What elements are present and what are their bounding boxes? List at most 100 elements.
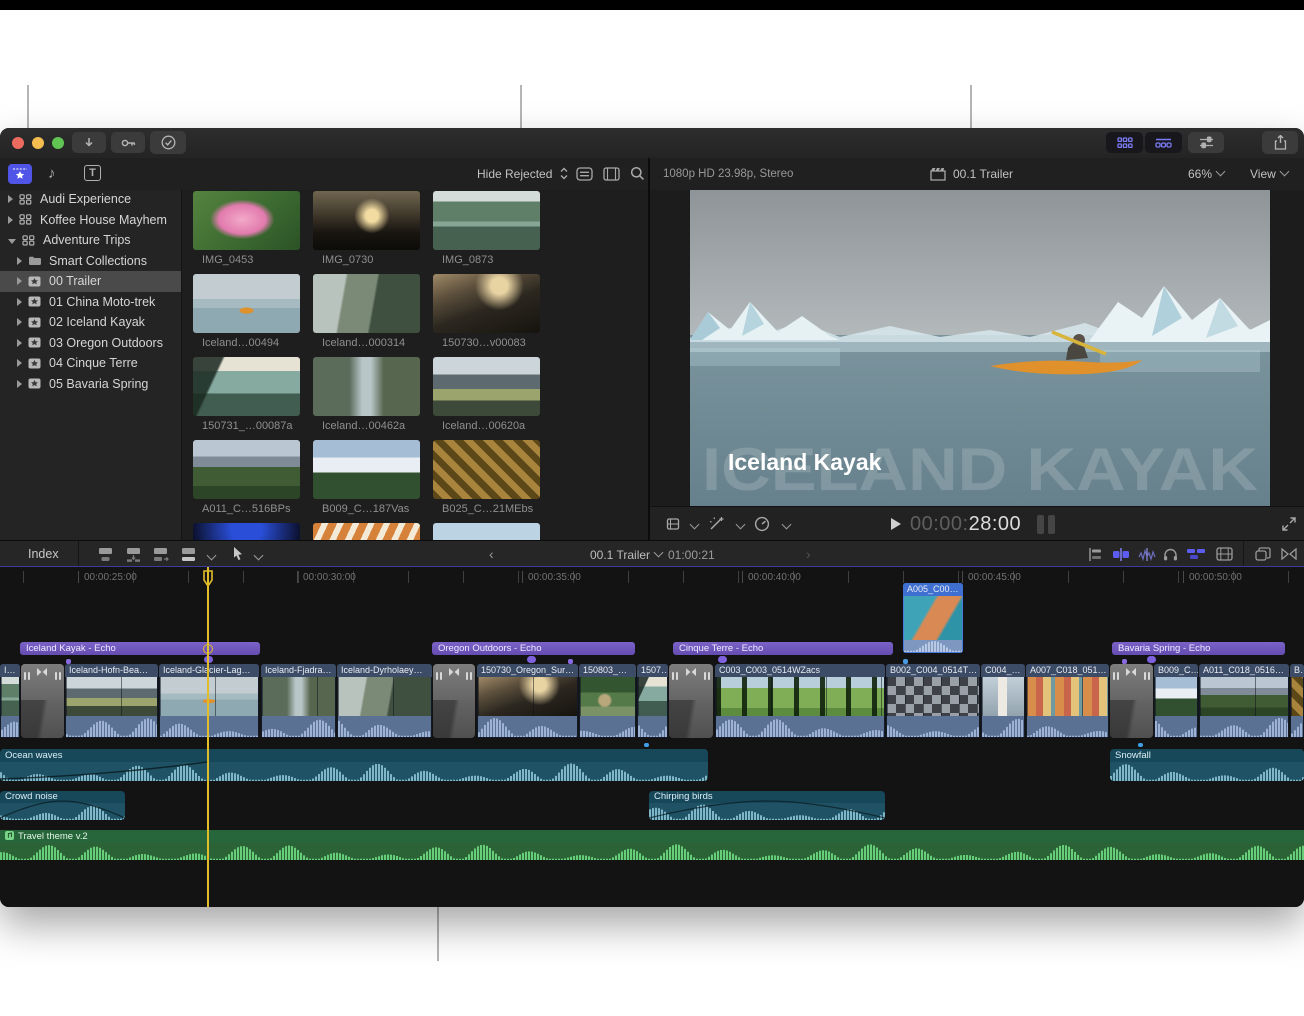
cross-dissolve-transition[interactable] — [669, 664, 713, 738]
timeline-clip[interactable]: I… — [0, 664, 20, 738]
audio-meter-left[interactable] — [1037, 515, 1044, 534]
viewer-timecode[interactable]: 00:00:28:00 — [910, 513, 1021, 536]
snapping-icon[interactable] — [1186, 548, 1206, 560]
show-browser-button[interactable] — [1106, 132, 1143, 153]
timeline-project-menu[interactable]: 00.1 Trailer — [590, 548, 662, 562]
sidebar-item-03-oregon-outdoors[interactable]: 03 Oregon Outdoors — [0, 333, 182, 354]
audio-clip[interactable]: Crowd noise — [0, 791, 125, 820]
disclosure-triangle-icon[interactable] — [17, 380, 22, 388]
music-clip[interactable]: Travel theme v.2 — [0, 830, 1304, 860]
timeline-clip[interactable]: A007_C018_051… — [1026, 664, 1109, 738]
headphones-icon[interactable] — [1163, 547, 1178, 561]
audio-skimming-icon[interactable] — [1112, 548, 1130, 561]
sidebar-item-adventure-trips[interactable]: Adventure Trips — [0, 230, 182, 251]
browser-clip-thumbnail[interactable] — [433, 274, 540, 333]
timeline-clip[interactable]: 150730_Oregon_Sur… — [477, 664, 578, 738]
keyword-editor-button[interactable] — [111, 132, 145, 153]
title-clip[interactable]: Bavaria Spring - Echo — [1112, 642, 1285, 655]
browser-clip-thumbnail[interactable] — [313, 357, 420, 416]
append-edit-icon[interactable] — [151, 547, 170, 562]
browser-clip-thumbnail[interactable] — [313, 523, 420, 540]
viewer-video-frame[interactable]: ICELAND KAYAK Iceland Kayak — [690, 190, 1270, 506]
playhead[interactable] — [207, 567, 209, 907]
fullscreen-icon[interactable] — [1282, 517, 1296, 531]
timeline-clip[interactable]: Iceland-Hofn-Bea… — [65, 664, 158, 738]
timeline-clip[interactable]: B002_C004_0514T… — [886, 664, 980, 738]
browser-clip-thumbnail[interactable] — [193, 523, 300, 540]
sidebar-item-audi-experience[interactable]: Audi Experience — [0, 190, 182, 210]
clip-appearance-icon[interactable] — [576, 167, 593, 181]
clip-appearance-icon[interactable] — [1216, 547, 1233, 561]
audio-clip[interactable]: Ocean waves — [0, 749, 708, 781]
trim-icon[interactable] — [1281, 548, 1297, 560]
solo-icon[interactable] — [1138, 548, 1156, 561]
disclosure-triangle-icon[interactable] — [8, 195, 13, 203]
chevron-down-icon[interactable] — [254, 551, 264, 561]
timeline-clip[interactable]: C003_C003_0514WZacs — [715, 664, 885, 738]
close-window-button[interactable] — [12, 137, 24, 149]
enhancements-wand-icon[interactable] — [708, 516, 725, 532]
disclosure-triangle-icon[interactable] — [8, 216, 13, 224]
timeline-clip[interactable]: Iceland-Fjadra… — [261, 664, 336, 738]
disclosure-triangle-icon[interactable] — [8, 239, 16, 244]
connected-clip[interactable]: A005_C00… — [903, 583, 963, 653]
browser-clip-thumbnail[interactable] — [193, 274, 300, 333]
previous-project-button[interactable]: ‹ — [489, 546, 494, 562]
minimize-window-button[interactable] — [32, 137, 44, 149]
show-inspector-button[interactable] — [1188, 132, 1224, 153]
audio-meter-right[interactable] — [1048, 515, 1055, 534]
share-button[interactable] — [1262, 131, 1298, 154]
browser-clip-thumbnail[interactable] — [313, 191, 420, 250]
browser-clip-thumbnail[interactable] — [433, 440, 540, 499]
disclosure-triangle-icon[interactable] — [17, 339, 22, 347]
play-button[interactable] — [890, 517, 902, 531]
chevron-down-icon[interactable] — [207, 551, 217, 561]
connect-edit-icon[interactable] — [96, 547, 115, 562]
cross-dissolve-transition[interactable] — [433, 664, 475, 738]
timeline-clip[interactable]: 1507… — [637, 664, 668, 738]
timeline-clip[interactable]: 150803_… — [579, 664, 636, 738]
cross-dissolve-transition[interactable] — [1110, 664, 1153, 738]
zoom-window-button[interactable] — [52, 137, 64, 149]
search-icon[interactable] — [630, 166, 645, 181]
sidebar-titles-icon[interactable]: T — [84, 165, 101, 181]
title-clip[interactable]: Oregon Outdoors - Echo — [432, 642, 635, 655]
viewer-view-menu[interactable]: View — [1250, 167, 1288, 181]
stepper-chevrons-icon[interactable] — [560, 166, 568, 181]
fade-curves[interactable] — [649, 791, 885, 820]
duplicate-icon[interactable] — [1255, 547, 1271, 561]
timeline-clip[interactable]: Iceland-Glacier-Lag… — [159, 664, 259, 738]
sidebar-item-smart-collections[interactable]: Smart Collections — [0, 251, 182, 272]
audio-clip[interactable]: Chirping birds — [649, 791, 885, 820]
timeline-clip[interactable]: C004_… — [981, 664, 1025, 738]
next-project-button[interactable]: › — [806, 546, 811, 562]
crop-tools-icon[interactable] — [666, 517, 682, 531]
browser-clip-thumbnail[interactable] — [433, 357, 540, 416]
title-clip[interactable]: Iceland Kayak - Echo — [20, 642, 260, 655]
playhead-handle-icon[interactable] — [202, 570, 214, 588]
sidebar-item-00-trailer[interactable]: 00 Trailer — [0, 271, 182, 292]
retime-icon[interactable] — [754, 516, 770, 532]
browser-clip-thumbnail[interactable] — [313, 274, 420, 333]
background-tasks-button[interactable] — [150, 131, 186, 154]
sidebar-clips-icon[interactable] — [8, 164, 32, 184]
audio-clip[interactable]: Snowfall — [1110, 749, 1304, 781]
insert-edit-icon[interactable] — [124, 547, 143, 562]
show-timeline-button[interactable] — [1145, 132, 1182, 153]
overwrite-edit-icon[interactable] — [179, 547, 198, 562]
fade-curves[interactable] — [0, 791, 125, 820]
sidebar-item-01-china-moto-trek[interactable]: 01 China Moto-trek — [0, 292, 182, 313]
browser-clip-thumbnail[interactable] — [433, 191, 540, 250]
timeline-ruler[interactable]: 00:00:25:0000:00:30:0000:00:35:0000:00:4… — [0, 567, 1304, 590]
disclosure-triangle-icon[interactable] — [17, 359, 22, 367]
filmstrip-view-icon[interactable] — [603, 167, 620, 181]
timeline-clip[interactable]: B… — [1290, 664, 1304, 738]
viewer-zoom-menu[interactable]: 66% — [1188, 167, 1224, 181]
disclosure-triangle-icon[interactable] — [17, 257, 22, 265]
disclosure-triangle-icon[interactable] — [17, 298, 22, 306]
timeline-clip[interactable]: Iceland-Dyrholaey… — [337, 664, 432, 738]
fade-in-curve[interactable] — [0, 749, 210, 781]
pointer-tool-icon[interactable] — [232, 546, 244, 562]
timeline-clip[interactable]: A011_C018_0516… — [1199, 664, 1289, 738]
sidebar-photos-audio-icon[interactable]: ♪ — [48, 165, 56, 182]
